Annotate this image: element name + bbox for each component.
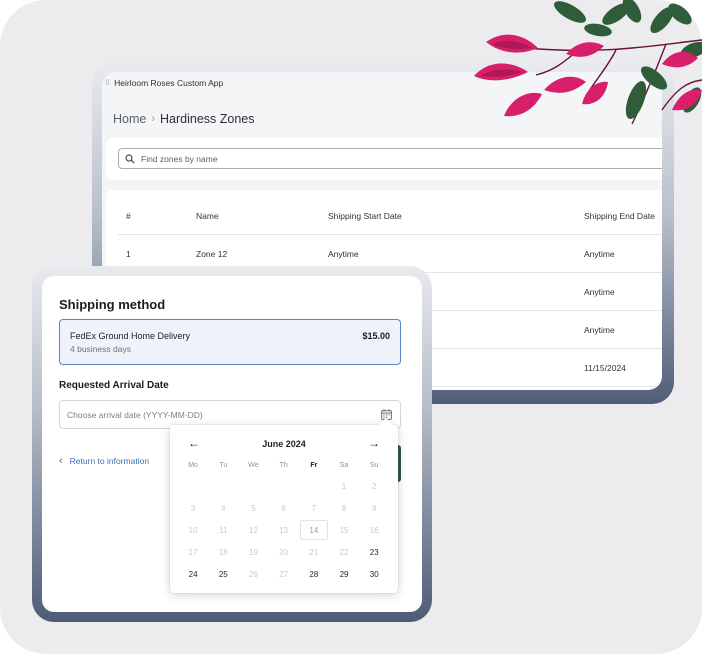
calendar-day[interactable]: 23 xyxy=(359,542,389,564)
shipping-option-eta: 4 business days xyxy=(70,344,131,354)
table-cell: Anytime xyxy=(328,248,359,259)
column-header[interactable]: Shipping End Date xyxy=(584,211,655,221)
shipping-option-name: FedEx Ground Home Delivery xyxy=(70,331,191,341)
calendar-day[interactable]: 24 xyxy=(178,564,208,586)
calendar-empty-cell xyxy=(208,475,238,497)
calendar-day: 3 xyxy=(190,503,196,513)
weekday-header: Mo xyxy=(188,462,198,469)
calendar-empty-cell xyxy=(299,475,329,497)
calendar-day: 19 xyxy=(249,548,258,558)
calendar-day: 12 xyxy=(249,525,258,535)
calendar-day: 8 xyxy=(341,503,347,513)
calendar-day: 4 xyxy=(221,503,226,513)
table-cell: Anytime xyxy=(584,324,615,335)
calendar-empty-cell xyxy=(178,475,208,497)
return-link-label: Return to information xyxy=(69,456,150,466)
calendar-day: 27 xyxy=(279,570,289,580)
calendar-day: 26 xyxy=(249,570,258,580)
weekday-header: Su xyxy=(369,462,379,469)
column-header[interactable]: # xyxy=(126,211,131,221)
date-picker-popover: ← June 2024 → Mo Tu We Th Fr Sa Su 1 2 3 4 5 6 7 8 9 10 1… xyxy=(170,417,398,593)
weekday-header: Th xyxy=(279,462,288,469)
shipping-option-price: $15.00 xyxy=(362,331,390,341)
column-header[interactable]: Name xyxy=(196,211,219,221)
calendar-grid: Mo Tu We Th Fr Sa Su 1 2 3 4 5 6 7 8 9 10 11 12 13 14 15 16 17 1… xyxy=(178,456,389,586)
table-cell: Anytime xyxy=(584,248,615,259)
arrival-date-input[interactable] xyxy=(67,409,357,420)
calendar-day: 20 xyxy=(279,548,289,558)
calendar-empty-cell xyxy=(269,475,299,497)
arrival-date-label: Requested Arrival Date xyxy=(59,380,169,391)
calendar-day-today: 14 xyxy=(299,519,329,541)
calendar-day: 21 xyxy=(309,548,319,558)
calendar-day: 5 xyxy=(251,503,256,513)
table-cell: 1 xyxy=(126,248,131,259)
breadcrumb: Home › Hardiness Zones xyxy=(113,112,255,126)
column-header[interactable]: Shipping Start Date xyxy=(328,211,402,221)
calendar-day: 2 xyxy=(371,481,377,491)
table-cell: Anytime xyxy=(584,286,615,297)
calendar-day: 16 xyxy=(369,525,379,535)
calendar-day[interactable]: 28 xyxy=(299,564,329,586)
calendar-day: 18 xyxy=(218,548,228,558)
calendar-day[interactable]: 29 xyxy=(329,564,359,586)
calendar-day: 13 xyxy=(279,525,289,535)
calendar-month-title: June 2024 xyxy=(262,439,306,449)
drag-handle-icon[interactable]: ⠿ xyxy=(105,79,110,87)
calendar-day: 22 xyxy=(339,548,349,558)
search-card xyxy=(106,138,662,180)
calendar-day: 6 xyxy=(281,503,286,513)
calendar-day: 10 xyxy=(188,525,198,535)
app-title: Heirloom Roses Custom App xyxy=(114,78,224,88)
calendar-day: 9 xyxy=(371,503,377,513)
calendar-empty-cell xyxy=(238,475,268,497)
plant-decoration xyxy=(474,0,702,125)
calendar-day: 1 xyxy=(341,481,347,491)
return-to-information-link[interactable]: ‹ Return to information xyxy=(59,455,150,467)
search-icon xyxy=(125,153,135,163)
weekday-header: Tu xyxy=(219,462,228,469)
chevron-left-icon: ‹ xyxy=(59,455,63,467)
arrow-right-icon[interactable]: → xyxy=(368,436,380,450)
calendar-day: 7 xyxy=(311,503,317,513)
breadcrumb-separator: › xyxy=(151,113,156,125)
weekday-header: Fr xyxy=(310,462,318,469)
search-box[interactable] xyxy=(118,148,662,169)
weekday-header: We xyxy=(248,462,259,469)
shipping-method-title: Shipping method xyxy=(59,297,166,312)
table-header-row: # Name Shipping Start Date Shipping End … xyxy=(118,197,662,235)
table-cell: 11/15/2024 xyxy=(584,362,626,373)
table-cell: Zone 12 xyxy=(196,248,228,259)
page-title: Hardiness Zones xyxy=(160,112,255,126)
calendar-day[interactable]: 25 xyxy=(208,564,238,586)
calendar-day: 17 xyxy=(188,548,198,558)
calendar-day: 15 xyxy=(339,525,349,535)
search-input[interactable] xyxy=(141,153,541,164)
calendar-day: 11 xyxy=(219,525,228,535)
breadcrumb-home[interactable]: Home xyxy=(113,112,146,126)
shipping-option-fedex[interactable]: FedEx Ground Home Delivery 4 business da… xyxy=(59,319,401,365)
weekday-header: Sa xyxy=(339,462,349,469)
calendar-day[interactable]: 30 xyxy=(359,564,389,586)
